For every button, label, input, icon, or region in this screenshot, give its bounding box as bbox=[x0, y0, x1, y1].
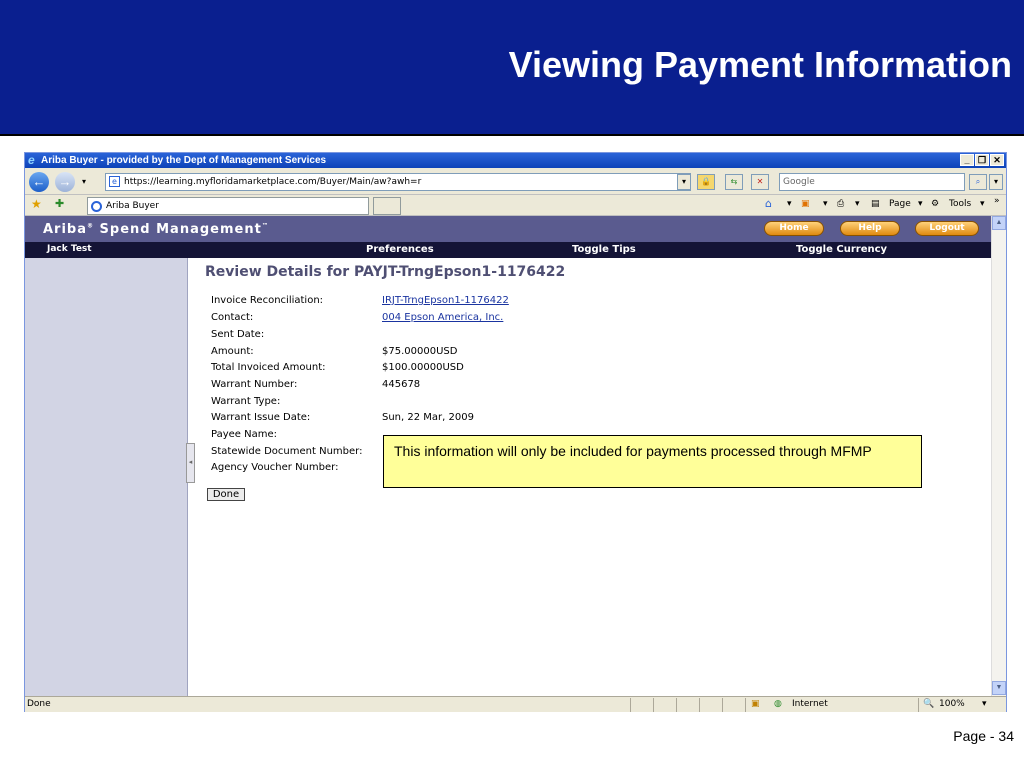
status-bar: Done ▣ ◍ Internet 🔍 100% ▾ bbox=[25, 696, 1006, 712]
done-button[interactable]: Done bbox=[207, 488, 245, 501]
page-icon[interactable]: ▤ bbox=[871, 199, 880, 209]
favorites-star-icon[interactable]: ★ bbox=[31, 197, 42, 211]
field-label: Payee Name: bbox=[211, 429, 277, 440]
browser-window: e Ariba Buyer - provided by the Dept of … bbox=[24, 152, 1007, 712]
home-dropdown-icon[interactable]: ▾ bbox=[787, 199, 792, 209]
tools-gear-icon[interactable]: ⚙ bbox=[931, 199, 939, 209]
new-tab-button[interactable] bbox=[373, 197, 401, 215]
field-label: Amount: bbox=[211, 346, 254, 357]
page-menu[interactable]: Page bbox=[889, 199, 911, 209]
amount-value: $75.00000USD bbox=[382, 346, 458, 357]
tab-ariba-buyer[interactable]: Ariba Buyer bbox=[87, 197, 369, 215]
print-dropdown-icon[interactable]: ▾ bbox=[855, 199, 860, 209]
ariba-header: Ariba® Spend Management™ Home Help Logou… bbox=[25, 216, 991, 242]
page-icon: e bbox=[109, 176, 120, 187]
stop-icon[interactable]: ✕ bbox=[751, 174, 769, 190]
left-panel bbox=[25, 258, 188, 696]
scroll-up-icon[interactable]: ▲ bbox=[992, 216, 1006, 230]
collapse-panel-handle[interactable]: ◂ bbox=[186, 443, 195, 483]
more-chevron-icon[interactable]: » bbox=[994, 196, 1000, 206]
field-label: Contact: bbox=[211, 312, 254, 323]
search-options-icon[interactable]: ▾ bbox=[989, 174, 1003, 190]
print-icon[interactable]: ⎙ bbox=[837, 199, 844, 209]
feeds-icon[interactable]: ▣ bbox=[801, 199, 810, 209]
vertical-scrollbar[interactable]: ▲ ▼ bbox=[991, 216, 1006, 696]
search-input[interactable]: Google bbox=[779, 173, 965, 191]
slide-title: Viewing Payment Information bbox=[508, 44, 1012, 85]
home-button[interactable]: Home bbox=[764, 221, 824, 236]
details-title: Review Details for PAYJT-TrngEpson1-1176… bbox=[205, 264, 566, 280]
ariba-nav: Jack Test Preferences Toggle Tips Toggle… bbox=[25, 242, 991, 258]
ie-logo-icon: e bbox=[28, 153, 35, 167]
close-button[interactable]: ✕ bbox=[990, 154, 1004, 166]
add-favorites-icon[interactable]: ✚ bbox=[55, 197, 64, 210]
minimize-button[interactable]: _ bbox=[960, 154, 974, 166]
feeds-dropdown-icon[interactable]: ▾ bbox=[823, 199, 828, 209]
field-label: Agency Voucher Number: bbox=[211, 462, 339, 473]
logout-button[interactable]: Logout bbox=[915, 221, 979, 236]
field-label: Warrant Issue Date: bbox=[211, 412, 311, 423]
address-input[interactable]: e https://learning.myfloridamarketplace.… bbox=[105, 173, 691, 191]
toggle-currency-link[interactable]: Toggle Currency bbox=[796, 244, 887, 255]
field-label: Statewide Document Number: bbox=[211, 446, 363, 457]
warrant-number-value: 445678 bbox=[382, 379, 421, 390]
lock-icon[interactable]: 🔒 bbox=[697, 174, 715, 190]
scroll-down-icon[interactable]: ▼ bbox=[992, 681, 1006, 695]
slide-header: Viewing Payment Information bbox=[0, 0, 1024, 136]
help-button[interactable]: Help bbox=[840, 221, 900, 236]
window-title: Ariba Buyer - provided by the Dept of Ma… bbox=[41, 155, 327, 166]
address-dropdown-icon[interactable]: ▾ bbox=[677, 174, 691, 190]
forward-arrow-icon[interactable]: → bbox=[55, 172, 75, 192]
popup-blocked-icon[interactable]: ▣ bbox=[751, 697, 760, 712]
refresh-icon[interactable]: ⇆ bbox=[725, 174, 743, 190]
tools-dropdown-icon[interactable]: ▾ bbox=[980, 199, 985, 209]
restore-button[interactable]: ❐ bbox=[975, 154, 989, 166]
zoom-level[interactable]: 100% bbox=[939, 697, 965, 712]
total-invoiced-value: $100.00000USD bbox=[382, 362, 464, 373]
field-label: Warrant Number: bbox=[211, 379, 298, 390]
zone-text: Internet bbox=[792, 699, 828, 709]
search-icon[interactable]: ⌕ bbox=[969, 174, 987, 190]
contact-link[interactable]: 004 Epson America, Inc. bbox=[382, 312, 503, 323]
address-toolbar: ← → ▾ e https://learning.myfloridamarket… bbox=[25, 169, 1006, 195]
window-titlebar: e Ariba Buyer - provided by the Dept of … bbox=[25, 153, 1006, 168]
tab-toolbar: ★ ✚ Ariba Buyer ⌂ ▾ ▣ ▾ ⎙ ▾ ▤ Page ▾ ⚙ T… bbox=[25, 195, 1006, 216]
home-icon[interactable]: ⌂ bbox=[765, 197, 772, 210]
tab-label: Ariba Buyer bbox=[106, 201, 159, 211]
page-number: Page - 34 bbox=[953, 728, 1014, 744]
field-label: Total Invoiced Amount: bbox=[211, 362, 326, 373]
status-text: Done bbox=[27, 699, 51, 709]
search-placeholder: Google bbox=[783, 177, 815, 187]
back-arrow-icon[interactable]: ← bbox=[29, 172, 49, 192]
tools-menu[interactable]: Tools bbox=[949, 199, 971, 209]
user-name: Jack Test bbox=[47, 244, 92, 254]
warrant-issue-date-value: Sun, 22 Mar, 2009 bbox=[382, 412, 474, 423]
zoom-icon[interactable]: 🔍 bbox=[923, 697, 934, 712]
history-dropdown-icon[interactable]: ▾ bbox=[82, 177, 86, 186]
preferences-link[interactable]: Preferences bbox=[366, 244, 434, 255]
zoom-dropdown-icon[interactable]: ▾ bbox=[982, 697, 987, 712]
toggle-tips-link[interactable]: Toggle Tips bbox=[572, 244, 636, 255]
internet-globe-icon: ◍ bbox=[774, 699, 782, 709]
page-dropdown-icon[interactable]: ▾ bbox=[918, 199, 923, 209]
tab-page-icon bbox=[91, 201, 102, 212]
ariba-logo: Ariba® Spend Management™ bbox=[43, 222, 269, 237]
address-text: https://learning.myfloridamarketplace.co… bbox=[124, 177, 422, 187]
callout-note: This information will only be included f… bbox=[383, 435, 922, 488]
field-label: Invoice Reconciliation: bbox=[211, 295, 324, 306]
field-label: Warrant Type: bbox=[211, 396, 281, 407]
field-label: Sent Date: bbox=[211, 329, 265, 340]
invoice-reconciliation-link[interactable]: IRJT-TrngEpson1-1176422 bbox=[382, 295, 509, 306]
